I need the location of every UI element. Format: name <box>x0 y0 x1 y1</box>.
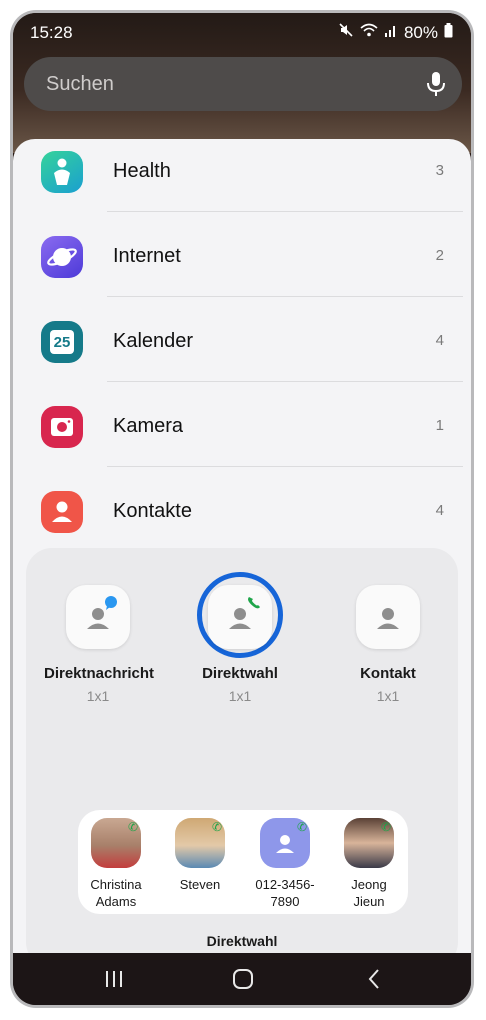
app-row-internet[interactable]: Internet 2 <box>13 230 471 315</box>
app-list-sheet: Health 3 Internet 2 25 Kalender 4 Kamera <box>13 139 471 959</box>
navigation-bar <box>13 953 471 1005</box>
app-name: Kalender <box>113 330 194 352</box>
app-count: 2 <box>435 247 444 264</box>
app-name: Kontakte <box>113 500 192 522</box>
contact-name-line1: Christina <box>90 877 142 892</box>
widget-name: Kontakt <box>360 665 416 682</box>
contact-name-line1: Jeong <box>351 877 387 892</box>
calendar-day: 25 <box>50 330 74 354</box>
contact-name-line2: Adams <box>95 894 137 909</box>
contact-name-line2: 7890 <box>270 894 300 909</box>
calendar-icon: 25 <box>41 321 83 363</box>
back-icon[interactable] <box>354 963 394 995</box>
contact-photo: ✆ <box>175 818 225 868</box>
camera-icon <box>41 406 83 448</box>
mute-icon <box>338 22 354 43</box>
preview-contact: ✆ 012-3456- 7890 <box>250 818 320 910</box>
internet-icon <box>41 236 83 278</box>
app-count: 1 <box>435 417 444 434</box>
preview-contact: ✆ Jeong Jieun <box>334 818 404 910</box>
widget-size: 1x1 <box>376 688 400 704</box>
microphone-icon[interactable] <box>426 71 446 102</box>
contact-name-line1: Steven <box>179 877 221 892</box>
app-count: 4 <box>435 502 444 519</box>
home-icon[interactable] <box>223 963 263 995</box>
preview-contact: ✆ Steven <box>165 818 235 893</box>
call-badge-icon: ✆ <box>211 820 222 834</box>
search-bar[interactable]: Suchen <box>24 57 462 111</box>
contact-name-line2: Jieun <box>353 894 385 909</box>
app-row-kamera[interactable]: Kamera 1 <box>13 400 471 485</box>
widget-size: 1x1 <box>86 688 110 704</box>
contact-name-line1: 012-3456- <box>255 877 315 892</box>
divider <box>107 466 463 467</box>
widget-direktwahl[interactable]: Direktwahl 1x1 <box>180 585 300 707</box>
app-name: Kamera <box>113 415 184 437</box>
status-icons: 80% <box>338 22 453 43</box>
battery-icon <box>444 22 453 43</box>
widget-size: 1x1 <box>228 688 252 704</box>
search-placeholder: Suchen <box>46 73 114 95</box>
wifi-icon <box>360 22 378 43</box>
health-icon <box>41 151 83 193</box>
app-count: 4 <box>435 332 444 349</box>
status-bar: 15:28 80% <box>13 13 471 53</box>
signal-icon <box>384 22 398 43</box>
widget-name: Direktwahl <box>202 665 278 682</box>
contact-icon <box>356 585 420 649</box>
screen: 15:28 80% Suchen Health 3 Internet 2 25 … <box>13 13 471 1005</box>
widget-kontakt[interactable]: Kontakt 1x1 <box>328 585 448 707</box>
divider <box>107 381 463 382</box>
preview-label: Direktwahl <box>206 933 278 949</box>
phone-frame: 15:28 80% Suchen Health 3 Internet 2 25 … <box>10 10 474 1008</box>
contacts-icon <box>41 491 83 533</box>
call-badge-icon: ✆ <box>380 820 391 834</box>
recents-icon[interactable] <box>94 963 134 995</box>
direct-message-icon <box>66 585 130 649</box>
call-badge-icon: ✆ <box>296 820 307 834</box>
call-badge-icon: ✆ <box>127 820 138 834</box>
app-name: Health <box>113 160 171 182</box>
preview-contact: ✆ Christina Adams <box>81 818 151 910</box>
app-row-kalender[interactable]: 25 Kalender 4 <box>13 315 471 400</box>
contact-placeholder-icon: ✆ <box>260 818 310 868</box>
divider <box>107 296 463 297</box>
app-count: 3 <box>435 162 444 179</box>
app-name: Internet <box>113 245 181 267</box>
contact-photo: ✆ <box>91 818 141 868</box>
status-time: 15:28 <box>30 23 73 42</box>
widget-name: Direktnachricht <box>44 665 155 682</box>
app-row-health[interactable]: Health 3 <box>13 145 471 230</box>
battery-percent: 80% <box>403 22 438 42</box>
contact-photo: ✆ <box>344 818 394 868</box>
divider <box>107 211 463 212</box>
widget-direktnachricht[interactable]: Direktnachricht 1x1 <box>38 585 158 707</box>
widget-preview: ✆ Christina Adams ✆ Steven ✆ 012-3456- 7… <box>78 810 408 914</box>
direct-dial-icon <box>208 585 272 649</box>
